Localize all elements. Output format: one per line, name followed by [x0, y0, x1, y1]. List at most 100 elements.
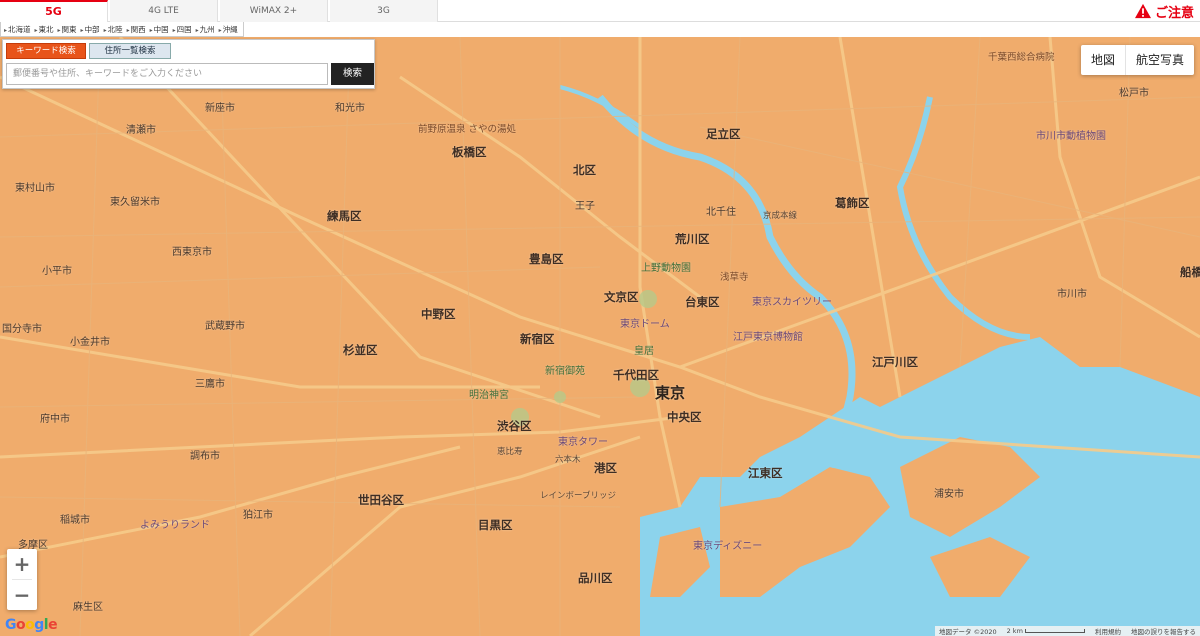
place-skytree: 東京スカイツリー — [752, 297, 832, 308]
ward-katsushika: 葛飾区 — [835, 196, 870, 210]
ward-meguro: 目黒区 — [478, 518, 513, 532]
city-kokubunji: 国分寺市 — [2, 324, 42, 335]
city-urayasu: 浦安市 — [934, 489, 964, 500]
region-chubu[interactable]: 中部 — [80, 24, 103, 35]
region-kyushu[interactable]: 九州 — [195, 24, 218, 35]
place-imperial-palace: 皇居 — [634, 346, 654, 357]
city-mitaka: 三鷹市 — [195, 379, 225, 390]
city-musashino: 武蔵野市 — [205, 321, 245, 332]
ward-itabashi: 板橋区 — [452, 145, 487, 159]
region-tohoku[interactable]: 東北 — [34, 24, 57, 35]
place-yomiuriland: よみうりランド — [140, 520, 210, 531]
place-edo-tokyo-museum: 江戸東京博物館 — [733, 332, 803, 343]
region-nav: 北海道 東北 関東 中部 北陸 関西 中国 四国 九州 沖縄 — [0, 22, 244, 37]
ward-setagaya: 世田谷区 — [358, 493, 404, 507]
place-disney: 東京ディズニー — [693, 541, 763, 552]
caution-label: ご注意 — [1154, 5, 1194, 21]
map-type-control: 地図 航空写真 — [1080, 45, 1194, 75]
place-ueno-zoo: 上野動物園 — [641, 263, 691, 274]
park-ueno — [639, 290, 657, 308]
region-hokkaido[interactable]: 北海道 — [3, 24, 34, 35]
ward-taito: 台東区 — [685, 295, 720, 309]
city-wako: 和光市 — [335, 103, 365, 114]
place-shinjuku-gyoen: 新宿御苑 — [545, 366, 585, 377]
city-chofu: 調布市 — [190, 451, 220, 462]
ward-chiyoda: 千代田区 — [613, 368, 659, 382]
region-kansai[interactable]: 関西 — [126, 24, 149, 35]
terms-link[interactable]: 利用規約 — [1095, 626, 1121, 636]
place-oji: 王子 — [575, 201, 595, 212]
scale-label: 2 km — [1006, 627, 1023, 635]
caution-link[interactable]: ご注意 — [1134, 2, 1194, 21]
city-nishitokyo: 西東京市 — [172, 247, 212, 258]
city-niiza: 新座市 — [205, 103, 235, 114]
ward-nerima: 練馬区 — [327, 209, 362, 223]
place-sensoji: 浅草寺 — [720, 272, 749, 283]
region-chugoku[interactable]: 中国 — [149, 24, 172, 35]
region-shikoku[interactable]: 四国 — [172, 24, 195, 35]
place-tokyo-dome: 東京ドーム — [620, 319, 670, 330]
place-tokyo-tower: 東京タワー — [558, 437, 608, 448]
ward-shibuya: 渋谷区 — [497, 419, 532, 433]
search-button[interactable]: 検索 — [331, 63, 374, 85]
ward-bunkyo: 文京区 — [604, 290, 639, 304]
place-keisei-line: 京成本線 — [763, 211, 798, 221]
place-ichikawa-zoo: 市川市動植物園 — [1036, 131, 1106, 142]
coverage-map-app: 5G 4G LTE WiMAX 2+ 3G ご注意 北海道 東北 関東 中部 北… — [0, 0, 1200, 636]
region-kanto[interactable]: 関東 — [57, 24, 80, 35]
zoom-control: + − — [7, 549, 37, 610]
place-meiji-jingu: 明治神宮 — [469, 390, 509, 401]
tab-5g[interactable]: 5G — [0, 0, 108, 22]
map-base-layer — [0, 37, 1200, 636]
place-roppongi: 六本木 — [555, 455, 581, 465]
city-higashikurume: 東久留米市 — [110, 197, 160, 208]
city-kiyose: 清瀬市 — [126, 125, 156, 136]
ward-nakano: 中野区 — [421, 307, 456, 321]
region-okinawa[interactable]: 沖縄 — [218, 24, 241, 35]
city-higashimurayama: 東村山市 — [15, 183, 55, 194]
city-koganei: 小金井市 — [70, 337, 110, 348]
map-type-map[interactable]: 地図 — [1081, 45, 1125, 75]
tab-address-list[interactable]: 住所一覧検索 — [89, 43, 171, 59]
ward-asao: 麻生区 — [73, 602, 103, 613]
city-matsudo: 松戸市 — [1119, 88, 1149, 99]
google-logo[interactable]: Google — [5, 617, 58, 633]
ward-chuo: 中央区 — [667, 410, 702, 424]
tab-3g[interactable]: 3G — [330, 0, 438, 22]
city-komae: 狛江市 — [243, 510, 273, 521]
tab-keyword-search[interactable]: キーワード検索 — [6, 43, 86, 59]
scale-bar — [1025, 629, 1085, 633]
city-kodaira: 小平市 — [42, 266, 72, 277]
ward-koto: 江東区 — [748, 466, 783, 480]
region-hokuriku[interactable]: 北陸 — [103, 24, 126, 35]
search-input[interactable] — [6, 63, 328, 85]
park-shinjuku — [554, 391, 566, 403]
ward-suginami: 杉並区 — [343, 343, 378, 357]
city-inagi: 稲城市 — [60, 515, 90, 526]
ward-shinjuku: 新宿区 — [520, 332, 555, 346]
place-chiba-nishi-hospital: 千葉西総合病院 — [988, 52, 1055, 63]
edogawa-river — [896, 96, 1031, 340]
zoom-out-button[interactable]: − — [7, 580, 37, 610]
ward-edogawa: 江戸川区 — [872, 355, 918, 369]
tab-4g-lte[interactable]: 4G LTE — [110, 0, 218, 22]
ward-kita: 北区 — [573, 163, 596, 177]
zoom-in-button[interactable]: + — [7, 549, 37, 579]
warning-icon — [1134, 3, 1151, 19]
ward-toshima: 豊島区 — [529, 252, 564, 266]
scale-indicator[interactable]: 2 km — [1007, 627, 1085, 635]
city-funabashi: 船橋 — [1180, 265, 1200, 279]
ward-shinagawa: 品川区 — [578, 571, 613, 585]
ward-arakawa: 荒川区 — [675, 232, 710, 246]
map-type-satellite[interactable]: 航空写真 — [1124, 45, 1194, 75]
place-kitasenju: 北千住 — [706, 207, 736, 218]
report-error-link[interactable]: 地図の誤りを報告する — [1131, 626, 1196, 636]
ward-minato: 港区 — [594, 461, 617, 475]
place-rainbow-bridge: レインボーブリッジ — [540, 491, 616, 501]
network-tabs: 5G 4G LTE WiMAX 2+ 3G ご注意 — [0, 0, 1200, 22]
tab-wimax[interactable]: WiMAX 2+ — [220, 0, 328, 22]
coverage-map[interactable]: 北区 板橋区 練馬区 豊島区 荒川区 足立区 葛飾区 文京区 台東区 中野区 新… — [0, 37, 1200, 636]
ward-adachi: 足立区 — [706, 127, 741, 141]
city-fuchu: 府中市 — [40, 414, 70, 425]
map-attribution: 地図データ ©2020 2 km 利用規約 地図の誤りを報告する — [935, 626, 1200, 636]
